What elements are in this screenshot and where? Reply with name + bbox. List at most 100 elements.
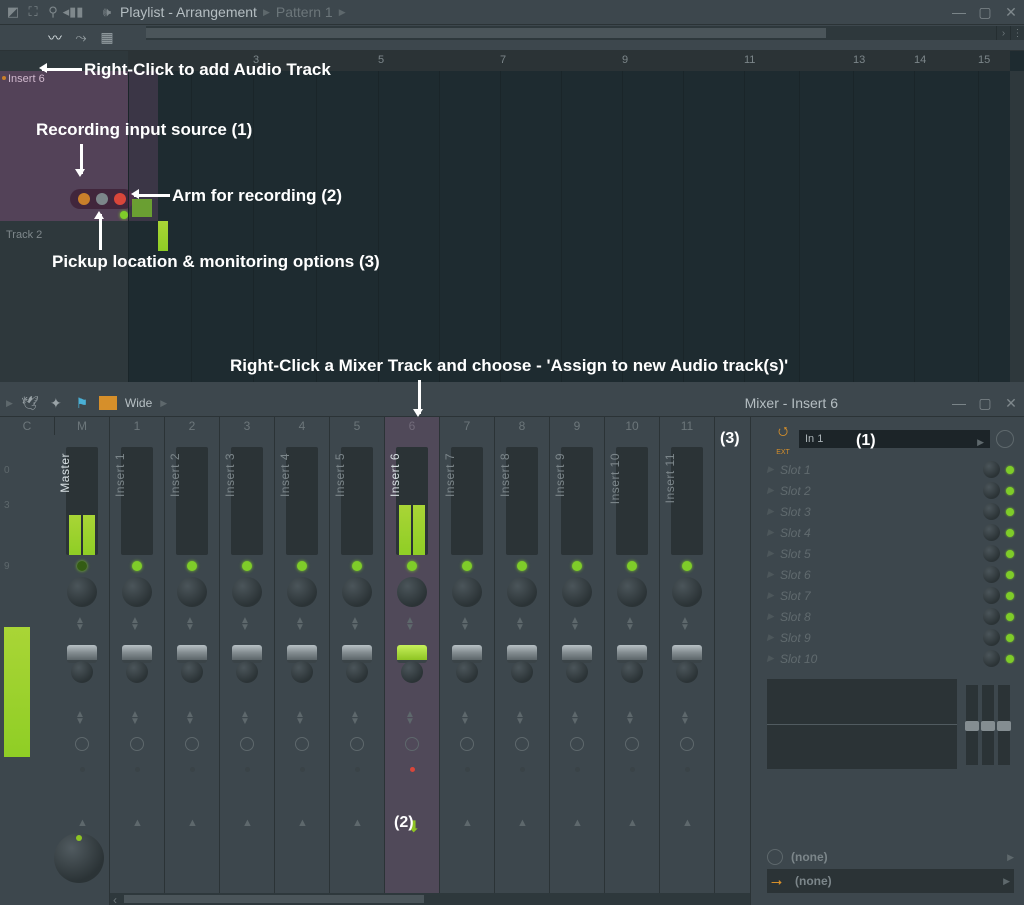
track-route-arrow[interactable]: ▲	[572, 817, 583, 829]
master-pan-knob[interactable]	[67, 577, 97, 607]
fx-latency-icon[interactable]	[996, 430, 1014, 448]
track-stereo-knob[interactable]	[566, 661, 588, 683]
track-area[interactable]	[128, 71, 1010, 382]
arrangement-chevron-icon[interactable]: ▶	[263, 7, 270, 18]
track1-header[interactable]: Insert 6	[0, 71, 128, 221]
mixer-track-3[interactable]: Insert 3▲▼▲▼▲	[220, 417, 275, 905]
pattern-label[interactable]: Pattern 1	[276, 4, 333, 20]
track-route-arrow[interactable]: ▲	[242, 817, 253, 829]
track-rec-dot[interactable]	[245, 767, 250, 772]
view-mode-label[interactable]: Wide	[125, 396, 152, 410]
slot-expand-icon[interactable]: ▶	[767, 590, 774, 601]
track-mute-led[interactable]	[352, 561, 362, 571]
playlist-scroll-menu[interactable]: ⋮	[1010, 26, 1024, 40]
automation-icon[interactable]: ⤳	[72, 29, 90, 47]
mixer-track-2[interactable]: Insert 2▲▼▲▼▲	[165, 417, 220, 905]
mixer-track-11[interactable]: Insert 11▲▼▲▼▲	[660, 417, 715, 905]
track-rec-dot[interactable]	[685, 767, 690, 772]
fx-slot-8[interactable]: ▶Slot 8	[767, 606, 1014, 627]
mixer-track-8[interactable]: Insert 8▲▼▲▼▲	[495, 417, 550, 905]
track-mute-led[interactable]	[627, 561, 637, 571]
track-pan-knob[interactable]	[562, 577, 592, 607]
track-pan-knob[interactable]	[342, 577, 372, 607]
fx-slot-1[interactable]: ▶Slot 1	[767, 459, 1014, 480]
slot-enable-led[interactable]	[1006, 466, 1014, 474]
track-route-arrow[interactable]: ▲	[297, 817, 308, 829]
track2-header[interactable]: Track 2	[0, 221, 128, 251]
arm-record-icon[interactable]	[114, 193, 126, 205]
master-send-knob[interactable]	[71, 661, 93, 683]
fx-slot-2[interactable]: ▶Slot 2	[767, 480, 1014, 501]
playlist-scroll-right[interactable]: ›	[996, 26, 1010, 40]
track-stereo-knob[interactable]	[181, 661, 203, 683]
slot-mix-knob[interactable]	[983, 629, 1000, 646]
track-mute-led[interactable]	[462, 561, 472, 571]
current-col-label[interactable]: C	[0, 417, 55, 435]
track-stereo-knob[interactable]	[511, 661, 533, 683]
track-route-arrow[interactable]: ▲	[682, 817, 693, 829]
track-route-arrow[interactable]: ▲	[517, 817, 528, 829]
playlist-v-scrollbar[interactable]	[1010, 71, 1024, 382]
track-pan-knob[interactable]	[672, 577, 702, 607]
track-delay-knob[interactable]	[130, 737, 144, 751]
playlist-h-scrollbar[interactable]	[146, 26, 1004, 40]
eq-band-mid[interactable]	[982, 685, 994, 765]
view-chevron-icon[interactable]: ▶	[160, 398, 167, 409]
fx-slot-7[interactable]: ▶Slot 7	[767, 585, 1014, 606]
track-stereo-knob[interactable]	[291, 661, 313, 683]
fx-slot-3[interactable]: ▶Slot 3	[767, 501, 1014, 522]
maximize-button[interactable]: ▢	[978, 5, 992, 19]
track-delay-knob[interactable]	[240, 737, 254, 751]
mixer-menu-icon[interactable]: ▶	[6, 398, 13, 409]
close-button[interactable]: ✕	[1004, 5, 1018, 19]
track-mute-led[interactable]	[407, 561, 417, 571]
master-volume-knob[interactable]	[54, 833, 104, 883]
mixer-track-5[interactable]: Insert 5▲▼▲▼▲	[330, 417, 385, 905]
track-delay-knob[interactable]	[295, 737, 309, 751]
track-route-arrow[interactable]: ▲	[462, 817, 473, 829]
fx-slot-9[interactable]: ▶Slot 9	[767, 627, 1014, 648]
input-source-selector[interactable]: In 1 ▶	[799, 430, 990, 448]
slot-enable-led[interactable]	[1006, 655, 1014, 663]
track-pan-knob[interactable]	[287, 577, 317, 607]
track-mute-led[interactable]	[242, 561, 252, 571]
track-stereo-knob[interactable]	[346, 661, 368, 683]
slot-expand-icon[interactable]: ▶	[767, 506, 774, 517]
slot-expand-icon[interactable]: ▶	[767, 569, 774, 580]
mixer-minimize-button[interactable]: —	[952, 396, 966, 410]
fx-slot-4[interactable]: ▶Slot 4	[767, 522, 1014, 543]
track-rec-dot[interactable]	[410, 767, 415, 772]
eq-band-high[interactable]	[998, 685, 1010, 765]
track-mute-led[interactable]	[682, 561, 692, 571]
track-mute-led[interactable]	[572, 561, 582, 571]
mixer-close-button[interactable]: ✕	[1004, 396, 1018, 410]
fx-slot-10[interactable]: ▶Slot 10	[767, 648, 1014, 669]
track-pan-knob[interactable]	[452, 577, 482, 607]
slot-mix-knob[interactable]	[983, 587, 1000, 604]
track-mute-led[interactable]	[132, 561, 142, 571]
track-stereo-knob[interactable]	[236, 661, 258, 683]
track-pan-knob[interactable]	[397, 577, 427, 607]
flags-icon[interactable]: ⚑	[73, 394, 91, 412]
grid-icon[interactable]: ▦	[98, 29, 116, 47]
mixer-track-4[interactable]: Insert 4▲▼▲▼▲	[275, 417, 330, 905]
bird-icon[interactable]: 🕊	[21, 394, 39, 412]
track-rec-dot[interactable]	[630, 767, 635, 772]
track-stereo-knob[interactable]	[621, 661, 643, 683]
track-delay-knob[interactable]	[460, 737, 474, 751]
track-route-arrow[interactable]: ▲	[627, 817, 638, 829]
sound-icon[interactable]: ◂▮▮	[66, 5, 80, 19]
track-rec-dot[interactable]	[575, 767, 580, 772]
track-pan-knob[interactable]	[122, 577, 152, 607]
track-delay-knob[interactable]	[625, 737, 639, 751]
fx-slot-6[interactable]: ▶Slot 6	[767, 564, 1014, 585]
eq-band-low[interactable]	[966, 685, 978, 765]
master-delay-knob[interactable]	[75, 737, 89, 751]
slot-mix-knob[interactable]	[983, 503, 1000, 520]
slot-expand-icon[interactable]: ▶	[767, 527, 774, 538]
track-pan-knob[interactable]	[507, 577, 537, 607]
mixer-track-9[interactable]: Insert 9▲▼▲▼▲	[550, 417, 605, 905]
slot-enable-led[interactable]	[1006, 613, 1014, 621]
monitor-icon[interactable]	[96, 193, 108, 205]
track-rec-dot[interactable]	[135, 767, 140, 772]
